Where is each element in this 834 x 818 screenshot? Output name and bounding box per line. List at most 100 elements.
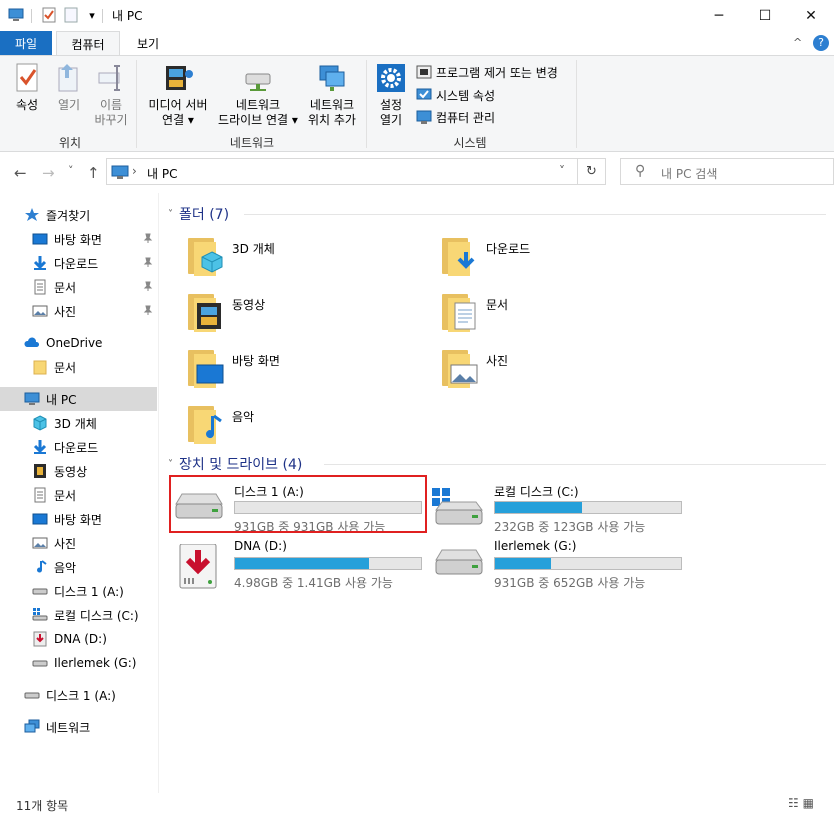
sidebar-item-pc-6[interactable]: 음악 bbox=[0, 555, 157, 579]
sidebar-item-qa-0[interactable]: 바탕 화면 bbox=[0, 227, 157, 251]
add-network-location-button[interactable]: 네트워크 위치 추가 bbox=[304, 62, 360, 128]
sidebar-item-qa-2[interactable]: 문서 bbox=[0, 275, 157, 299]
folder-item[interactable]: 문서 bbox=[440, 290, 680, 340]
folder-name: 다운로드 bbox=[486, 242, 531, 256]
pic-icon bbox=[32, 303, 48, 319]
properties-icon bbox=[11, 62, 43, 94]
ribbon: 속성 열기 이름 바꾸기 위치 미디어 서버 연결 ▾ 네트워크 드라이브 연결… bbox=[0, 55, 834, 152]
network-location-icon bbox=[316, 62, 348, 94]
drive-item[interactable]: DNA (D:) 4.98GB 중 1.41GB 사용 가능 bbox=[172, 538, 432, 590]
drive-item[interactable]: Ilerlemek (G:) 931GB 중 652GB 사용 가능 bbox=[432, 538, 692, 590]
uninstall-button[interactable]: 프로그램 제거 또는 변경 bbox=[416, 62, 558, 82]
sidebar-item-pc-8[interactable]: 로컬 디스크 (C:) bbox=[0, 603, 157, 627]
maximize-button[interactable]: ☐ bbox=[742, 0, 788, 31]
sidebar-item-pc-3[interactable]: 문서 bbox=[0, 483, 157, 507]
sidebar-item-pc-2[interactable]: 동영상 bbox=[0, 459, 157, 483]
system-properties-button[interactable]: 시스템 속성 bbox=[416, 85, 495, 105]
pin-icon[interactable] bbox=[143, 305, 153, 318]
folder-item[interactable]: 다운로드 bbox=[440, 234, 680, 284]
sidebar-item-network[interactable]: 네트워크 bbox=[0, 715, 157, 739]
folder-name: 바탕 화면 bbox=[232, 354, 280, 368]
computer-icon[interactable] bbox=[8, 7, 24, 23]
collapse-ribbon-icon[interactable]: ^ bbox=[793, 36, 802, 49]
sidebar-item-label: Ilerlemek (G:) bbox=[54, 656, 137, 670]
media-server-label-1: 미디어 서버 bbox=[148, 98, 208, 112]
sidebar-item-label: 다운로드 bbox=[54, 256, 99, 271]
open-settings-button[interactable]: 설정 열기 bbox=[372, 62, 410, 128]
recent-locations-button[interactable]: ˅ bbox=[68, 164, 74, 177]
media-server-button[interactable]: 미디어 서버 연결 ▾ bbox=[144, 62, 212, 128]
sidebar-item-pc-7[interactable]: 디스크 1 (A:) bbox=[0, 579, 157, 603]
pin-icon[interactable] bbox=[143, 281, 153, 294]
add-location-label-2: 위치 추가 bbox=[308, 113, 356, 127]
drive-usage-fill bbox=[235, 558, 369, 569]
search-box[interactable]: ⚲ 내 PC 검색 bbox=[620, 158, 834, 185]
drive-name: Ilerlemek (G:) bbox=[494, 539, 577, 553]
tab-computer[interactable]: 컴퓨터 bbox=[56, 31, 120, 56]
sidebar-item-disk-a[interactable]: 디스크 1 (A:) bbox=[0, 683, 157, 707]
properties-button[interactable]: 속성 bbox=[8, 62, 46, 113]
sidebar-item-pc-1[interactable]: 다운로드 bbox=[0, 435, 157, 459]
sidebar-item-onedrive-docs[interactable]: 문서 bbox=[0, 355, 157, 379]
sidebar-item-pc-0[interactable]: 3D 개체 bbox=[0, 411, 157, 435]
drives-section-header[interactable]: ˅ 장치 및 드라이브 (4) bbox=[168, 454, 302, 474]
drive-item[interactable]: 로컬 디스크 (C:) 232GB 중 123GB 사용 가능 bbox=[432, 482, 692, 534]
dna-icon bbox=[32, 631, 48, 647]
open-button[interactable]: 열기 bbox=[52, 62, 86, 113]
up-button[interactable]: ↑ bbox=[87, 164, 100, 182]
computer-manage-button[interactable]: 컴퓨터 관리 bbox=[416, 107, 495, 127]
folder-name: 동영상 bbox=[232, 298, 266, 312]
folder-icon bbox=[186, 346, 226, 390]
folder-item[interactable]: 동영상 bbox=[186, 290, 426, 340]
forward-button[interactable]: → bbox=[42, 164, 55, 182]
sidebar-item-this-pc[interactable]: 내 PC bbox=[0, 387, 157, 411]
folders-section-header[interactable]: ˅ 폴더 (7) bbox=[168, 204, 229, 224]
folder-item[interactable]: 사진 bbox=[440, 346, 680, 396]
folder-item[interactable]: 바탕 화면 bbox=[186, 346, 426, 396]
folder-item[interactable]: 음악 bbox=[186, 402, 426, 452]
search-placeholder[interactable]: 내 PC 검색 bbox=[661, 165, 717, 182]
ribbon-tabs: 파일 컴퓨터 보기 ^ ? bbox=[0, 31, 834, 56]
view-toggle-icons[interactable]: ☷ ▦ bbox=[788, 796, 814, 810]
sidebar-item-pc-9[interactable]: DNA (D:) bbox=[0, 627, 157, 651]
rename-button[interactable]: 이름 바꾸기 bbox=[90, 62, 132, 128]
back-button[interactable]: ← bbox=[14, 164, 27, 182]
sidebar-item-onedrive[interactable]: OneDrive bbox=[0, 331, 157, 355]
rename-label-2: 바꾸기 bbox=[94, 113, 128, 127]
gear-icon bbox=[375, 62, 407, 94]
folder-icon bbox=[32, 359, 48, 375]
sidebar-item-qa-3[interactable]: 사진 bbox=[0, 299, 157, 323]
new-folder-icon[interactable] bbox=[63, 7, 79, 23]
system-properties-label: 시스템 속성 bbox=[436, 88, 496, 103]
address-bar[interactable]: › 내 PC ˅ bbox=[106, 158, 578, 185]
network-drive-icon bbox=[242, 62, 274, 94]
pin-icon[interactable] bbox=[143, 233, 153, 246]
minimize-button[interactable]: ─ bbox=[696, 0, 742, 31]
map-drive-button[interactable]: 네트워크 드라이브 연결 ▾ bbox=[214, 62, 302, 128]
tab-file[interactable]: 파일 bbox=[0, 31, 52, 55]
sidebar-item-qa-1[interactable]: 다운로드 bbox=[0, 251, 157, 275]
uninstall-icon bbox=[416, 64, 432, 80]
sidebar-item-pc-10[interactable]: Ilerlemek (G:) bbox=[0, 651, 157, 675]
qa-dropdown-icon[interactable]: ▾ bbox=[84, 7, 100, 23]
drive-usage-bar bbox=[494, 501, 682, 514]
breadcrumb-this-pc[interactable]: 내 PC bbox=[147, 165, 177, 182]
sidebar-item-label: 다운로드 bbox=[54, 440, 99, 455]
pin-icon[interactable] bbox=[143, 257, 153, 270]
sidebar-item-label: 디스크 1 (A:) bbox=[46, 688, 116, 703]
properties-icon[interactable] bbox=[41, 7, 57, 23]
sidebar-item-label: 디스크 1 (A:) bbox=[54, 584, 124, 599]
sidebar-item-pc-5[interactable]: 사진 bbox=[0, 531, 157, 555]
close-button[interactable]: ✕ bbox=[788, 0, 834, 31]
add-location-label-1: 네트워크 bbox=[309, 98, 355, 112]
sidebar-item-pc-4[interactable]: 바탕 화면 bbox=[0, 507, 157, 531]
sidebar-item-quick-access[interactable]: 즐겨찾기 bbox=[0, 203, 157, 227]
address-dropdown-icon[interactable]: ˅ bbox=[559, 164, 565, 178]
navigation-pane: 즐겨찾기 바탕 화면 다운로드 문서 사진 OneDrive 문서 내 PC 3D 개체 다운로드… bbox=[0, 193, 160, 793]
tab-view[interactable]: 보기 bbox=[124, 31, 172, 55]
sidebar-item-label: 문서 bbox=[54, 280, 77, 295]
folder-item[interactable]: 3D 개체 bbox=[186, 234, 426, 284]
sidebar-item-label: 음악 bbox=[54, 560, 77, 575]
help-icon[interactable]: ? bbox=[813, 35, 829, 51]
refresh-button[interactable]: ↻ bbox=[578, 158, 606, 185]
